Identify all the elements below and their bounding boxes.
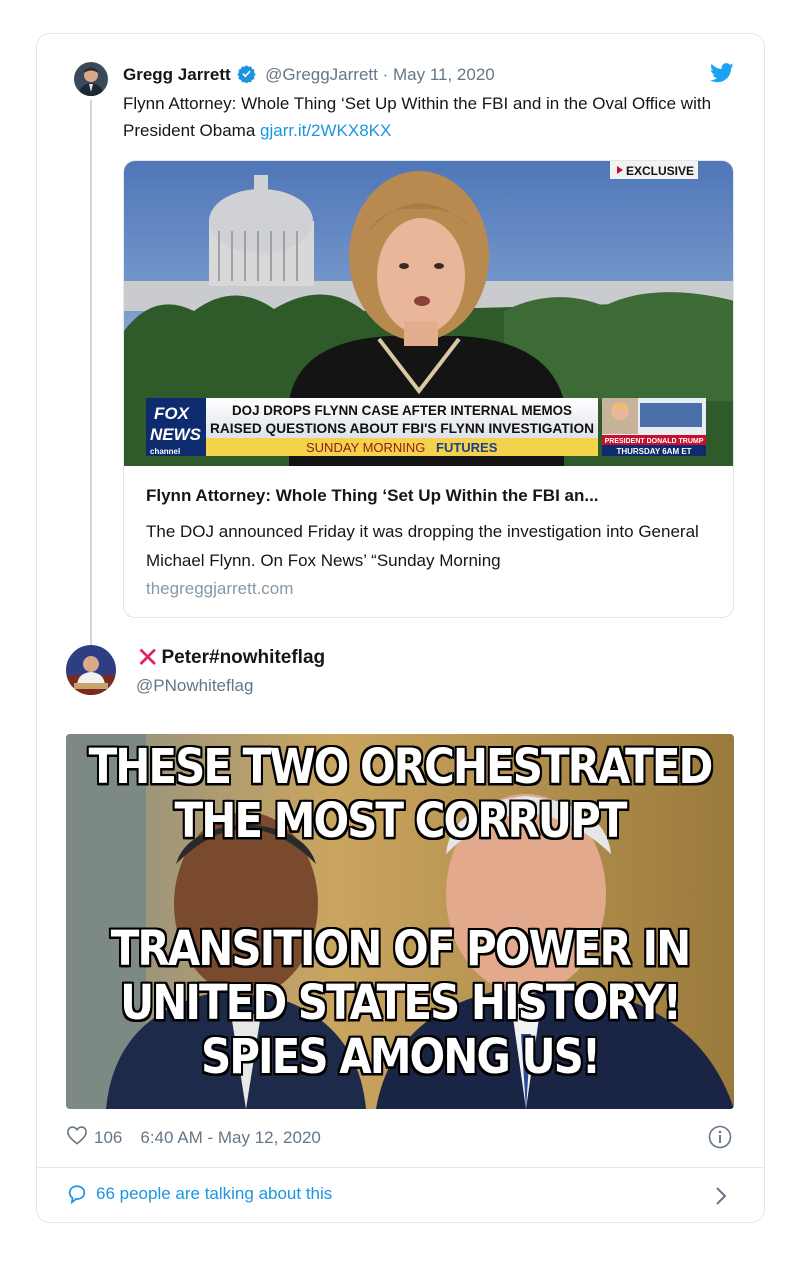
meme-text-line-4: UNITED STATES HISTORY! [120, 974, 682, 1031]
footer-divider [37, 1167, 764, 1168]
fox-logo-top: FOX [154, 404, 191, 423]
meme-text-line-5: SPIES AMONG US! [201, 1028, 601, 1085]
meme-text-line-2: THE MOST CORRUPT [174, 792, 628, 849]
quoted-tweet-text: Flynn Attorney: Whole Thing ‘Set Up With… [123, 90, 723, 144]
promo-line-2: THURSDAY 6AM ET [616, 447, 691, 456]
meme-image[interactable]: THESE TWO ORCHESTRATED THE MOST CORRUPT … [66, 734, 734, 1109]
quoted-tweet-header: Gregg Jarrett @GreggJarrett · May 11, 20… [123, 64, 495, 89]
tweet-footer: 106 6:40 AM - May 12, 2020 [66, 1125, 321, 1150]
conversation-link[interactable]: 66 people are talking about this [66, 1183, 332, 1205]
author-name[interactable]: Peter#nowhiteflag [161, 647, 325, 669]
link-preview-card[interactable]: EXCLUSIVE FOX NEWS channel DOJ DROPS FLY… [123, 160, 734, 618]
chevron-right-icon[interactable] [714, 1186, 728, 1211]
meme-text-line-3: TRANSITION OF POWER IN [110, 920, 692, 977]
show-name-part1: SUNDAY MORNING [306, 440, 425, 455]
card-thumbnail-image: EXCLUSIVE FOX NEWS channel DOJ DROPS FLY… [124, 161, 733, 466]
author-handle[interactable]: @GreggJarrett [265, 65, 378, 84]
tweet-link[interactable]: gjarr.it/2WKX8KX [260, 121, 391, 140]
separator-dot: · [382, 65, 389, 84]
main-tweet-author[interactable]: ✕ Peter#nowhiteflag [136, 642, 325, 673]
avatar-peter[interactable] [66, 645, 116, 695]
exclusive-badge: EXCLUSIVE [626, 164, 694, 178]
promo-line-1: PRESIDENT DONALD TRUMP [605, 438, 704, 445]
info-icon[interactable] [708, 1125, 732, 1154]
fox-logo-sub: channel [150, 447, 180, 456]
avatar-gregg-jarrett[interactable] [74, 62, 108, 96]
fox-logo-bottom: NEWS [150, 425, 202, 444]
card-description: The DOJ announced Friday it was dropping… [146, 522, 699, 570]
chyron-line-1: DOJ DROPS FLYNN CASE AFTER INTERNAL MEMO… [232, 402, 572, 418]
like-count[interactable]: 106 [94, 1128, 122, 1148]
card-domain[interactable]: thegreggjarrett.com [146, 579, 293, 599]
red-x-icon: ✕ [136, 642, 160, 673]
author-handle[interactable]: @PNowhiteflag [136, 676, 253, 696]
meme-text-line-1: THESE TWO ORCHESTRATED [88, 738, 714, 795]
twitter-bird-icon[interactable] [710, 63, 734, 88]
verified-badge-icon [237, 64, 257, 89]
chyron-line-2: RAISED QUESTIONS ABOUT FBI'S FLYNN INVES… [210, 420, 594, 436]
author-name[interactable]: Gregg Jarrett [123, 65, 231, 84]
talking-text[interactable]: 66 people are talking about this [96, 1184, 332, 1204]
thread-connector-line [90, 100, 92, 645]
tweet-body: Flynn Attorney: Whole Thing ‘Set Up With… [123, 94, 712, 140]
comment-bubble-icon [68, 1185, 86, 1205]
show-name-part2: FUTURES [436, 440, 498, 455]
tweet-timestamp[interactable]: 6:40 AM - May 12, 2020 [140, 1128, 321, 1148]
tweet-date[interactable]: May 11, 2020 [393, 65, 495, 84]
card-title[interactable]: Flynn Attorney: Whole Thing ‘Set Up With… [146, 486, 716, 506]
heart-icon[interactable] [66, 1125, 88, 1150]
